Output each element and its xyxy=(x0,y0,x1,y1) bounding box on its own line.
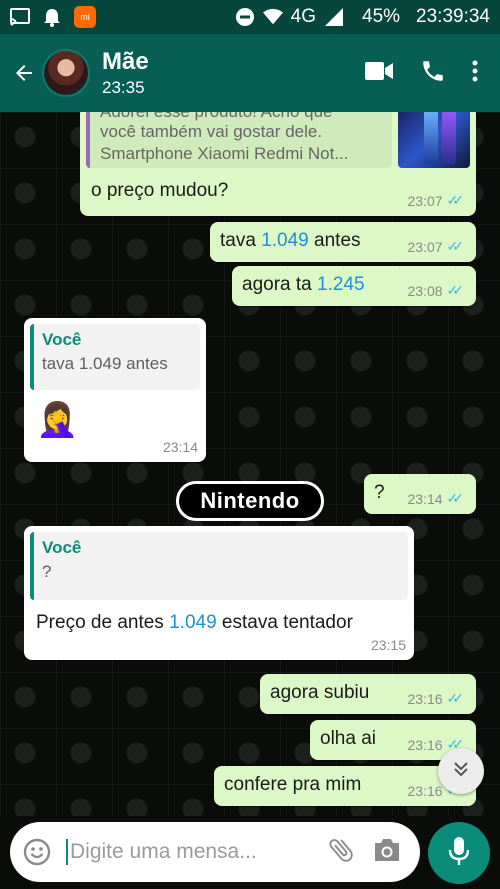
message-text: agora subiu xyxy=(270,682,370,703)
quote-author: Você xyxy=(42,538,82,557)
dnd-icon xyxy=(235,7,255,27)
message-text: olha ai xyxy=(320,728,376,749)
message-text: agora ta 1.245 xyxy=(242,274,365,295)
network-label: 4G xyxy=(290,6,316,27)
message-outgoing[interactable]: confere pra mim 23:16✓✓ xyxy=(214,766,476,806)
quote-text: ? xyxy=(42,562,52,581)
message-time: 23:15 xyxy=(370,637,406,653)
double-check-icon: ✓✓ xyxy=(446,282,465,298)
battery-percent: 45% xyxy=(362,6,401,27)
microphone-icon xyxy=(448,836,470,871)
double-check-icon: ✓✓ xyxy=(446,238,465,254)
composer xyxy=(0,816,500,889)
message-outgoing[interactable]: agora ta 1.245 23:08 ✓✓ xyxy=(232,266,476,306)
message-text: o preço mudou? xyxy=(91,180,229,201)
quoted-message[interactable]: Você tava 1.049 antes xyxy=(30,324,200,390)
attach-icon[interactable] xyxy=(326,835,356,870)
message-time: 23:14 xyxy=(162,439,198,455)
message-time: 23:07 xyxy=(407,192,443,209)
emoji-icon[interactable] xyxy=(22,837,52,867)
quote-author: Você xyxy=(42,330,82,349)
message-text: confere pra mim xyxy=(224,774,362,795)
chat-header: Mãe 23:35 xyxy=(0,34,500,112)
chevron-double-down-icon xyxy=(451,759,471,784)
wifi-icon xyxy=(262,7,283,27)
message-time: 23:14 xyxy=(407,490,443,507)
message-text: ? xyxy=(374,482,385,503)
back-arrow-icon[interactable] xyxy=(6,53,42,93)
message-composer[interactable] xyxy=(10,822,420,882)
contact-info[interactable]: Mãe 23:35 xyxy=(102,48,149,98)
cast-icon xyxy=(10,7,30,27)
message-text: Preço de antes 1.049 estava tentador xyxy=(36,612,353,633)
preview-text: Smartphone Xiaomi Redmi Not... xyxy=(100,144,349,163)
phone-icon[interactable] xyxy=(420,58,446,89)
message-input[interactable] xyxy=(70,840,290,864)
chat-area[interactable]: Adorei esse produto! Acho que você també… xyxy=(0,112,500,816)
preview-thumbnail xyxy=(398,112,470,168)
link-preview[interactable]: Adorei esse produto! Acho que você també… xyxy=(86,112,392,168)
video-call-icon[interactable] xyxy=(364,60,394,87)
phone-number-link[interactable]: 1.245 xyxy=(317,274,365,295)
preview-text: Adorei esse produto! Acho que xyxy=(100,112,333,122)
clock: 23:39:34 xyxy=(416,6,490,27)
message-time: 23:16 xyxy=(407,690,443,707)
status-bar: mi 4G 45% 23:39:34 xyxy=(0,0,500,34)
message-outgoing[interactable]: agora subiu 23:16 ✓✓ xyxy=(260,674,476,714)
message-time: 23:16 xyxy=(407,782,443,799)
voice-record-button[interactable] xyxy=(428,822,490,884)
last-seen: 23:35 xyxy=(102,78,145,97)
bell-icon xyxy=(42,7,62,27)
double-check-icon: ✓✓ xyxy=(446,192,465,208)
camera-icon[interactable] xyxy=(372,837,402,868)
message-outgoing[interactable]: ? 23:14 ✓✓ xyxy=(364,474,476,514)
message-time: 23:16 xyxy=(407,736,443,753)
message-outgoing[interactable]: tava 1.049 antes 23:07 ✓✓ xyxy=(210,222,476,262)
facepalm-emoji: 🤦‍♀️ xyxy=(36,401,79,439)
message-incoming[interactable]: Você tava 1.049 antes 🤦‍♀️ 23:14 xyxy=(24,318,206,462)
signal-icon xyxy=(324,7,344,27)
double-check-icon: ✓✓ xyxy=(446,490,465,506)
nintendo-sticker[interactable]: Nintendo xyxy=(176,481,324,521)
message-text: tava 1.049 antes xyxy=(220,230,361,251)
double-check-icon: ✓✓ xyxy=(446,690,465,706)
contact-name: Mãe xyxy=(102,48,149,75)
quote-text: tava 1.049 antes xyxy=(42,354,168,373)
message-time: 23:08 xyxy=(407,282,443,299)
message-time: 23:07 xyxy=(407,238,443,255)
phone-number-link[interactable]: 1.049 xyxy=(261,230,309,251)
avatar[interactable] xyxy=(42,49,90,97)
phone-number-link[interactable]: 1.049 xyxy=(169,612,217,633)
message-incoming[interactable]: Você ? Preço de antes 1.049 estava tenta… xyxy=(24,526,414,660)
scroll-to-bottom-button[interactable] xyxy=(438,748,484,794)
text-caret xyxy=(66,839,68,865)
mi-app-icon: mi xyxy=(74,6,96,28)
quoted-message[interactable]: Você ? xyxy=(30,532,408,600)
more-vert-icon[interactable] xyxy=(472,59,478,88)
preview-text: você também vai gostar dele. xyxy=(100,122,323,141)
message-outgoing[interactable]: Adorei esse produto! Acho que você també… xyxy=(80,112,476,216)
